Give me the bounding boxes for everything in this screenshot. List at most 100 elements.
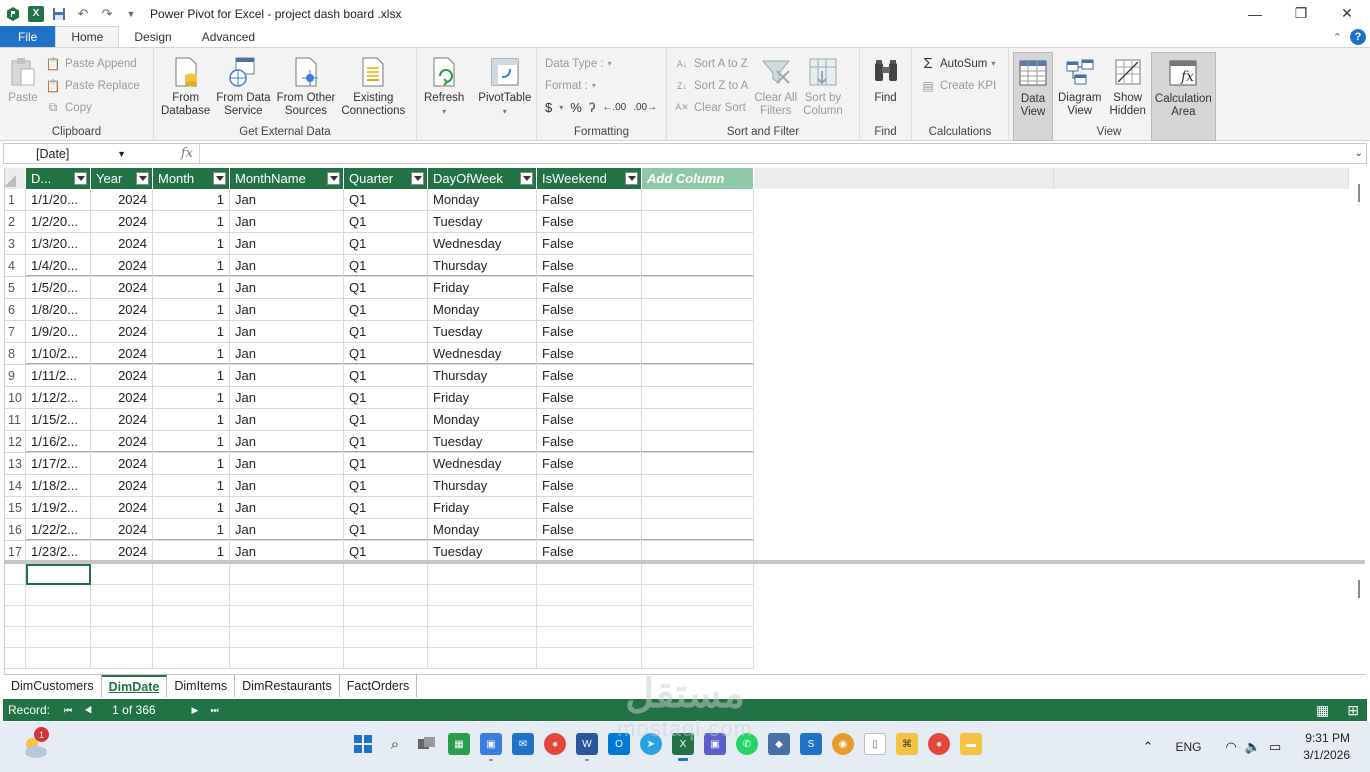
filter-dropdown-icon[interactable] [411, 172, 424, 185]
calc-cell[interactable] [91, 585, 153, 606]
filter-dropdown-icon[interactable] [213, 172, 226, 185]
table-cell[interactable]: Q1 [344, 497, 428, 519]
table-cell[interactable]: 2024 [91, 387, 153, 409]
table-cell[interactable]: Jan [230, 299, 344, 321]
table-cell[interactable]: 1 [153, 497, 230, 519]
filter-dropdown-icon[interactable] [520, 172, 533, 185]
table-row[interactable]: 12 1/16/2... 2024 1 Jan Q1 Tuesday False [5, 431, 754, 453]
calc-cell[interactable] [26, 585, 91, 606]
calc-cell[interactable] [537, 627, 642, 648]
table-cell[interactable]: Q1 [344, 233, 428, 255]
refresh-dropdown-icon[interactable]: ▾ [442, 105, 446, 118]
sheet-tab[interactable]: DimDate [101, 675, 168, 697]
tab-file[interactable]: File [0, 26, 56, 47]
row-number[interactable]: 16 [5, 519, 26, 541]
calc-cell[interactable] [344, 648, 428, 669]
table-row[interactable]: 6 1/8/20... 2024 1 Jan Q1 Monday False [5, 299, 754, 321]
table-cell[interactable]: 1/3/20... [26, 233, 91, 255]
table-cell[interactable]: Q1 [344, 431, 428, 453]
task-view-icon[interactable] [416, 733, 438, 755]
calc-cell[interactable] [26, 648, 91, 669]
help-icon[interactable]: ? [1350, 29, 1366, 45]
add-column-cell[interactable] [642, 255, 754, 277]
name-box-dropdown-icon[interactable]: ▼ [117, 149, 126, 159]
table-row[interactable]: 3 1/3/20... 2024 1 Jan Q1 Wednesday False [5, 233, 754, 255]
table-cell[interactable]: Tuesday [428, 321, 537, 343]
clock[interactable]: 9:31 PM 3/1/2026 [1303, 730, 1350, 764]
whatsapp-icon[interactable]: ✆ [736, 733, 758, 755]
table-cell[interactable]: False [537, 233, 642, 255]
add-column-cell[interactable] [642, 409, 754, 431]
table-cell[interactable]: Jan [230, 189, 344, 211]
calc-cell[interactable] [91, 627, 153, 648]
table-cell[interactable]: 2024 [91, 453, 153, 475]
table-cell[interactable]: 1/11/2... [26, 365, 91, 387]
table-row[interactable]: 8 1/10/2... 2024 1 Jan Q1 Wednesday False [5, 343, 754, 365]
currency-format-button[interactable]: $ [545, 100, 552, 115]
app-icon-4[interactable]: ◆ [768, 733, 790, 755]
table-row[interactable]: 16 1/22/2... 2024 1 Jan Q1 Monday False [5, 519, 754, 541]
refresh-button[interactable]: Refresh ▾ [421, 52, 467, 141]
column-header[interactable]: IsWeekend [537, 168, 642, 189]
calc-cell[interactable] [642, 648, 754, 669]
autosum-dropdown-icon[interactable]: ▾ [991, 59, 995, 68]
table-cell[interactable]: False [537, 431, 642, 453]
name-box[interactable]: [Date] ▼ [4, 144, 130, 163]
add-column-cell[interactable] [642, 387, 754, 409]
table-cell[interactable]: Monday [428, 189, 537, 211]
table-cell[interactable]: 2024 [91, 409, 153, 431]
table-cell[interactable]: 1 [153, 409, 230, 431]
table-cell[interactable]: 1/5/20... [26, 277, 91, 299]
table-cell[interactable]: 2024 [91, 343, 153, 365]
table-cell[interactable]: Tuesday [428, 431, 537, 453]
tab-home[interactable]: Home [55, 26, 120, 47]
table-cell[interactable]: Thursday [428, 365, 537, 387]
app-icon-3[interactable]: ▣ [704, 733, 726, 755]
column-header[interactable]: DayOfWeek [428, 168, 537, 189]
table-row[interactable]: 10 1/12/2... 2024 1 Jan Q1 Friday False [5, 387, 754, 409]
table-cell[interactable]: 1 [153, 365, 230, 387]
table-row[interactable]: 14 1/18/2... 2024 1 Jan Q1 Thursday False [5, 475, 754, 497]
language-indicator[interactable]: ENG [1175, 740, 1201, 754]
table-cell[interactable]: 2024 [91, 189, 153, 211]
table-cell[interactable]: 2024 [91, 497, 153, 519]
table-cell[interactable]: 2024 [91, 211, 153, 233]
table-cell[interactable]: Jan [230, 497, 344, 519]
table-cell[interactable]: Wednesday [428, 233, 537, 255]
table-cell[interactable]: False [537, 211, 642, 233]
percent-format-button[interactable]: % [570, 100, 582, 115]
table-cell[interactable]: 1 [153, 431, 230, 453]
sort-z-to-a-button[interactable]: Z↓ Sort Z to A [674, 76, 748, 95]
sort-a-to-z-button[interactable]: A↓ Sort A to Z [674, 54, 748, 73]
table-cell[interactable]: Wednesday [428, 343, 537, 365]
row-number[interactable]: 12 [5, 431, 26, 453]
table-row[interactable]: 7 1/9/20... 2024 1 Jan Q1 Tuesday False [5, 321, 754, 343]
table-cell[interactable]: Jan [230, 409, 344, 431]
table-cell[interactable]: Thursday [428, 475, 537, 497]
row-number[interactable]: 14 [5, 475, 26, 497]
table-cell[interactable]: Q1 [344, 211, 428, 233]
table-cell[interactable]: Jan [230, 453, 344, 475]
table-cell[interactable]: False [537, 321, 642, 343]
table-cell[interactable]: False [537, 343, 642, 365]
column-header[interactable]: Quarter [344, 168, 428, 189]
table-cell[interactable]: 1 [153, 387, 230, 409]
add-column-cell[interactable] [642, 497, 754, 519]
calc-cell[interactable] [153, 564, 230, 585]
format-dropdown[interactable]: Format : ▾ [545, 76, 657, 95]
add-column-cell[interactable] [642, 299, 754, 321]
table-cell[interactable]: 2024 [91, 365, 153, 387]
calc-cell[interactable] [230, 606, 344, 627]
calc-cell[interactable] [344, 627, 428, 648]
table-cell[interactable]: Q1 [344, 343, 428, 365]
table-cell[interactable]: 1/15/2... [26, 409, 91, 431]
close-button[interactable]: ✕ [1324, 0, 1370, 27]
table-cell[interactable]: Monday [428, 409, 537, 431]
table-cell[interactable]: 2024 [91, 519, 153, 541]
table-cell[interactable]: 1/1/20... [26, 189, 91, 211]
table-row[interactable]: 2 1/2/20... 2024 1 Jan Q1 Tuesday False [5, 211, 754, 233]
row-number[interactable]: 10 [5, 387, 26, 409]
calc-cell[interactable] [230, 648, 344, 669]
calc-cell[interactable] [5, 627, 26, 648]
table-cell[interactable]: Q1 [344, 475, 428, 497]
